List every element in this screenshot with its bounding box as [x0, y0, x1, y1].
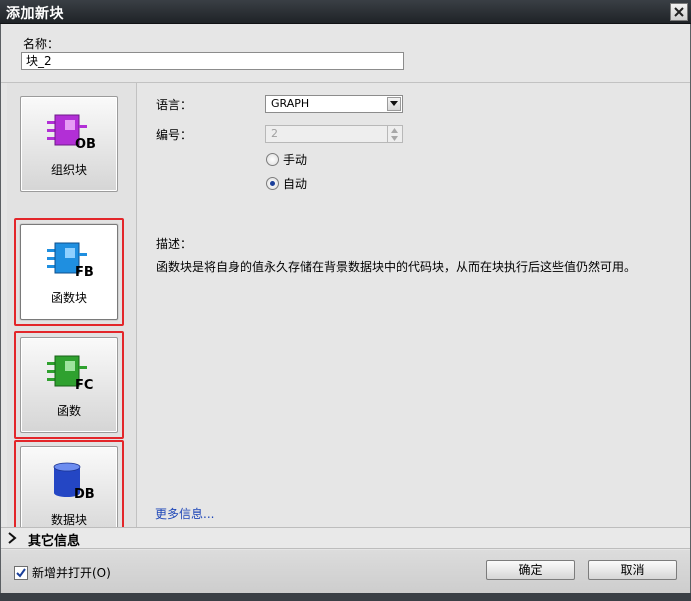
db-block-icon: DB	[53, 462, 95, 501]
auto-label: 自动	[283, 177, 308, 191]
window-bottom-border	[0, 593, 691, 601]
svg-text:DB: DB	[74, 487, 95, 501]
block-type-ob-button[interactable]: OB 组织块	[20, 96, 118, 192]
add-and-open-label: 新增并打开(O)	[32, 566, 111, 580]
other-info-section[interactable]: 其它信息	[1, 527, 690, 549]
manual-radio[interactable]	[266, 153, 279, 166]
close-icon	[674, 7, 684, 17]
svg-text:OB: OB	[75, 137, 95, 151]
spin-down-icon	[388, 134, 401, 142]
more-info-link[interactable]: 更多信息...	[155, 505, 214, 522]
auto-radio[interactable]	[266, 177, 279, 190]
number-label: 编号：	[156, 128, 193, 142]
other-info-label: 其它信息	[28, 534, 81, 549]
name-label: 名称：	[23, 37, 60, 51]
ob-block-icon: OB	[47, 114, 95, 151]
window-title: 添加新块	[6, 6, 64, 22]
svg-text:FC: FC	[75, 378, 93, 392]
block-type-label: 函数块	[50, 291, 87, 305]
number-value: 2	[271, 127, 278, 140]
number-spinner	[387, 126, 401, 142]
manual-label: 手动	[283, 153, 308, 167]
block-type-fb-button[interactable]: FB 函数块	[20, 224, 118, 320]
language-select[interactable]: GRAPH	[265, 95, 403, 113]
svg-text:FB: FB	[75, 265, 94, 279]
spin-up-icon	[388, 126, 401, 134]
fb-block-icon: FB	[47, 242, 94, 279]
name-input[interactable]: 块_2	[21, 52, 404, 70]
language-label: 语言：	[156, 98, 193, 112]
block-type-fc-button[interactable]: FC 函数	[20, 337, 118, 433]
chevron-right-icon[interactable]	[6, 531, 18, 545]
cancel-button[interactable]: 取消	[588, 560, 677, 580]
checkmark-icon	[16, 567, 26, 578]
dropdown-arrow[interactable]	[387, 97, 401, 111]
description-label: 描述：	[156, 237, 193, 251]
add-and-open-checkbox[interactable]	[14, 565, 28, 580]
number-stepper: 2	[265, 125, 403, 143]
block-type-label: 数据块	[50, 513, 87, 527]
block-type-label: 函数	[56, 404, 81, 418]
chevron-down-icon	[390, 101, 398, 106]
manual-radio-option[interactable]: 手动	[266, 151, 307, 168]
add-new-block-dialog: 名称： 块_2 OB 组织块 FB 函数块 FC 函数 DB 数据块 语言： G…	[0, 24, 691, 601]
description-text: 函数块是将自身的值永久存储在背景数据块中的代码块，从而在块执行后这些值仍然可用。	[156, 260, 637, 274]
dialog-footer: 新增并打开(O) 确定 取消	[1, 550, 690, 594]
ok-button[interactable]: 确定	[486, 560, 575, 580]
block-type-label: 组织块	[50, 163, 87, 177]
add-and-open-option[interactable]: 新增并打开(O)	[14, 564, 111, 581]
language-value: GRAPH	[271, 97, 310, 110]
close-button[interactable]	[670, 3, 688, 21]
divider	[136, 83, 137, 527]
auto-radio-option[interactable]: 自动	[266, 175, 307, 192]
fc-block-icon: FC	[47, 355, 93, 392]
title-bar: 添加新块	[0, 0, 691, 24]
